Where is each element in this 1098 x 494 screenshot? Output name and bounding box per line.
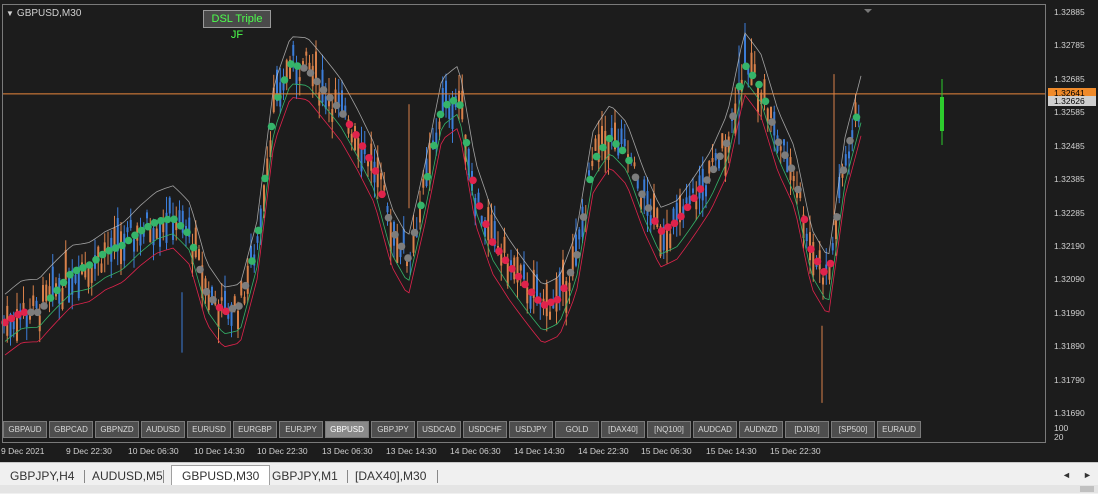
price-tick-label: 1.32885 [1054, 7, 1085, 17]
time-tick-label: 14 Dec 14:30 [514, 446, 565, 456]
symbol-button-bar: GBPAUD GBPCAD GBPNZD AUDUSD EURUSD EURGBP EURJ… [2, 421, 1042, 439]
price-tick-label: 1.31790 [1054, 374, 1085, 385]
price-tick-label: 1.32785 [1054, 40, 1085, 51]
chart-tab[interactable]: GBPJPY,H4 [10, 467, 74, 485]
symbol-button-usdcad[interactable]: USDCAD [417, 421, 461, 438]
time-tick-label: 14 Dec 22:30 [578, 446, 629, 456]
symbol-button-usdjpy[interactable]: USDJPY [509, 421, 553, 438]
price-tick-label: 1.32285 [1054, 207, 1085, 218]
time-tick-label: 15 Dec 06:30 [641, 446, 692, 456]
indicator-scale-label: 20 [1054, 432, 1064, 442]
price-tick-label: 1.32685 [1054, 73, 1085, 84]
symbol-timeframe: GBPUSD,M30 [16, 8, 82, 19]
time-tick-label: 10 Dec 22:30 [257, 446, 308, 456]
symbol-button-audcad[interactable]: AUDCAD [693, 421, 737, 438]
symbol-button-sp500[interactable]: [SP500] [831, 421, 875, 438]
tab-separator [437, 470, 438, 483]
price-tick-label: 1.32585 [1054, 107, 1085, 118]
chart-tab[interactable]: AUDUSD,M5 [92, 467, 163, 485]
price-tick-label: 1.32485 [1054, 140, 1085, 151]
price-tick-label: 1.31690 [1054, 408, 1085, 418]
symbol-button-gbpnzd[interactable]: GBPNZD [95, 421, 139, 438]
tab-separator [163, 470, 164, 483]
time-tick-label: 9 Dec 22:30 [66, 446, 112, 456]
time-axis[interactable]: 9 Dec 2021 9 Dec 22:30 10 Dec 06:30 10 Dec … [0, 443, 1046, 462]
symbol-button-gbpjpy[interactable]: GBPJPY [371, 421, 415, 438]
symbol-button-usdchf[interactable]: USDCHF [463, 421, 507, 438]
price-axis[interactable]: 1.32885 1.32785 1.32685 1.32585 1.32485 1.323… [1046, 0, 1098, 443]
tab-scroll-right-icon[interactable]: ► [1083, 470, 1092, 480]
symbol-button-gbpcad[interactable]: GBPCAD [49, 421, 93, 438]
chart-tab[interactable]: GBPUSD,M30 [171, 465, 271, 487]
time-tick-label: 13 Dec 14:30 [386, 446, 437, 456]
time-tick-label: 9 Dec 2021 [1, 446, 45, 456]
current-price-tag: 1.32626 [1048, 95, 1096, 106]
collapse-triangle-icon[interactable]: ▼ [6, 9, 14, 18]
symbol-button-dji30[interactable]: [DJI30] [785, 421, 829, 438]
time-tick-label: 15 Dec 22:30 [770, 446, 821, 456]
symbol-button-euraud[interactable]: EURAUD [877, 421, 921, 438]
chart-window[interactable]: ▼ GBPUSD,M30 DSL Triple JF GBPAUD GBPCAD GB… [0, 0, 1098, 462]
time-tick-label: 10 Dec 06:30 [128, 446, 179, 456]
indicator-label-button[interactable]: DSL Triple JF [203, 10, 271, 41]
chart-symbol-label: ▼ GBPUSD,M30 [6, 8, 81, 19]
price-tick-label: 1.31890 [1054, 341, 1085, 352]
symbol-button-eurusd[interactable]: EURUSD [187, 421, 231, 438]
symbol-button-audnzd[interactable]: AUDNZD [739, 421, 783, 438]
price-tick-label: 1.32385 [1054, 174, 1085, 185]
tab-separator [347, 470, 348, 483]
price-tick-label: 1.32190 [1054, 240, 1085, 251]
time-tick-label: 10 Dec 14:30 [194, 446, 245, 456]
symbol-button-eurjpy[interactable]: EURJPY [279, 421, 323, 438]
chart-tab[interactable]: [DAX40],M30 [355, 467, 426, 485]
tab-scroll-left-icon[interactable]: ◄ [1062, 470, 1071, 480]
chart-tab[interactable]: GBPJPY,M1 [272, 467, 338, 485]
symbol-button-dax40[interactable]: [DAX40] [601, 421, 645, 438]
symbol-button-gbpusd[interactable]: GBPUSD [325, 421, 369, 438]
scrollbar-thumb[interactable] [1080, 486, 1094, 492]
tab-separator [84, 470, 85, 483]
time-tick-label: 14 Dec 06:30 [450, 446, 501, 456]
price-tick-label: 1.31990 [1054, 307, 1085, 318]
symbol-button-audusd[interactable]: AUDUSD [141, 421, 185, 438]
symbol-button-gbpaud[interactable]: GBPAUD [3, 421, 47, 438]
symbol-button-nq100[interactable]: [NQ100] [647, 421, 691, 438]
price-tick-label: 1.32090 [1054, 274, 1085, 285]
symbol-button-gold[interactable]: GOLD [555, 421, 599, 438]
time-tick-label: 13 Dec 06:30 [322, 446, 373, 456]
horizontal-scrollbar[interactable] [0, 485, 1098, 493]
time-tick-label: 15 Dec 14:30 [706, 446, 757, 456]
symbol-button-eurgbp[interactable]: EURGBP [233, 421, 277, 438]
plot-area [2, 4, 1046, 443]
